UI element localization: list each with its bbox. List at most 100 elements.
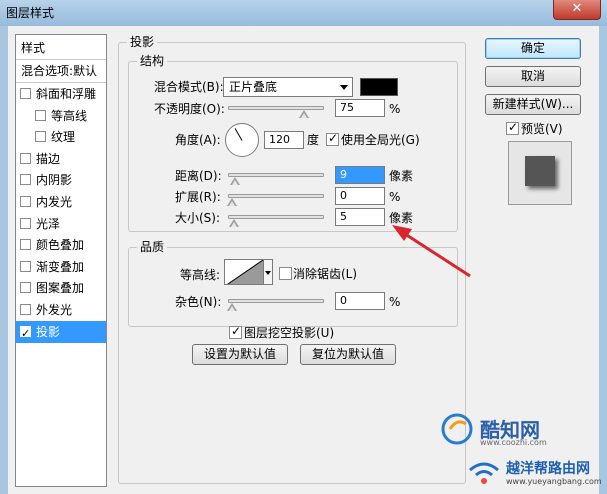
sidebar-effect-label: 等高线 — [51, 108, 88, 123]
sidebar-effect-label: 颜色叠加 — [36, 238, 85, 253]
anti-alias-label: 消除锯齿(L) — [293, 267, 358, 281]
structure-title: 结构 — [137, 54, 168, 68]
yueyangbang-site-name: 越洋帮路由网 — [506, 461, 590, 477]
distance-slider-thumb[interactable] — [229, 177, 240, 186]
sidebar-effect-checkbox[interactable] — [20, 323, 31, 343]
angle-label: 角度(A): — [175, 133, 221, 147]
sidebar-effect-label: 内阴影 — [36, 173, 73, 188]
window-frame-left — [0, 26, 8, 494]
window-title: 图层样式 — [6, 6, 55, 20]
sidebar-item-effect[interactable]: 图案叠加 — [16, 277, 106, 299]
sidebar-effect-checkbox[interactable] — [20, 152, 31, 164]
sidebar-effect-checkbox[interactable] — [35, 131, 46, 143]
sidebar-item-blend-options[interactable]: 混合选项:默认 — [16, 60, 106, 82]
distance-unit: 像素 — [389, 169, 414, 183]
sidebar-effect-label: 渐变叠加 — [36, 259, 85, 274]
opacity-slider-track[interactable] — [228, 106, 324, 110]
distance-input[interactable]: 9 — [335, 166, 385, 184]
watermark-coozhi: 酷知网 www.coozhi.com — [440, 410, 600, 450]
sidebar-header-styles[interactable]: 样式 — [16, 37, 106, 59]
sidebar-effect-label: 外发光 — [36, 303, 73, 317]
knockout-label: 图层挖空投影(U) — [244, 326, 335, 340]
sidebar-effect-checkbox[interactable] — [35, 109, 46, 121]
sidebar-item-effect[interactable]: 内发光 — [16, 191, 106, 213]
opacity-input[interactable]: 75 — [335, 99, 385, 117]
size-label: 大小(S): — [175, 211, 221, 225]
blend-mode-select[interactable]: 正片叠底 — [223, 77, 353, 97]
sidebar-effect-checkbox[interactable] — [20, 304, 31, 315]
spread-unit: % — [389, 190, 401, 204]
quality-group: 品质 — [128, 240, 458, 327]
ok-button[interactable]: 确定 — [485, 38, 581, 59]
spread-input[interactable]: 0 — [335, 187, 385, 205]
sidebar-item-effect[interactable]: 内阴影 — [16, 169, 106, 191]
sidebar-item-effect[interactable]: 光泽 — [16, 213, 106, 235]
opacity-slider-thumb[interactable] — [299, 110, 309, 119]
angle-dial-needle — [234, 128, 243, 141]
sidebar-item-effect[interactable]: 描边 — [16, 148, 106, 170]
noise-input[interactable]: 0 — [335, 292, 385, 310]
sidebar-effect-checkbox[interactable] — [20, 196, 31, 207]
angle-unit: 度 — [307, 133, 320, 147]
sidebar-item-effect[interactable]: 纹理 — [16, 126, 106, 148]
drop-shadow-title: 投影 — [127, 35, 158, 49]
blend-mode-value: 正片叠底 — [229, 80, 278, 94]
new-style-button[interactable]: 新建样式(W)... — [485, 94, 581, 115]
sidebar-item-effect[interactable]: 投影 — [16, 320, 106, 343]
size-input[interactable]: 5 — [335, 208, 385, 226]
shadow-color-swatch[interactable] — [360, 78, 398, 96]
reset-default-button[interactable]: 复位为默认值 — [300, 344, 396, 365]
sidebar-effect-checkbox[interactable] — [20, 239, 31, 251]
noise-slider-track[interactable] — [228, 299, 324, 303]
sidebar-effect-checkbox[interactable] — [20, 174, 31, 186]
sidebar-item-effect[interactable]: 等高线 — [16, 105, 106, 127]
noise-unit: % — [389, 295, 401, 309]
wifi-logo-icon — [469, 462, 499, 484]
spread-slider-thumb[interactable] — [227, 198, 237, 207]
sidebar-item-effect[interactable]: 颜色叠加 — [16, 234, 106, 256]
sidebar-effect-label: 图案叠加 — [36, 281, 85, 296]
size-slider-track[interactable] — [228, 215, 324, 219]
window-frame-right — [599, 26, 607, 494]
sidebar-item-effect[interactable]: 斜面和浮雕 — [16, 83, 106, 105]
styles-sidebar: 样式 混合选项:默认 斜面和浮雕等高线纹理描边内阴影内发光光泽颜色叠加渐变叠加图… — [15, 34, 107, 487]
angle-input[interactable]: 120 — [264, 131, 304, 149]
size-slider-thumb[interactable] — [228, 219, 239, 228]
noise-slider-thumb[interactable] — [227, 303, 237, 312]
spread-slider-track[interactable] — [228, 194, 324, 198]
contour-curve-icon — [227, 260, 263, 284]
noise-label: 杂色(N): — [175, 295, 222, 309]
sidebar-item-effect[interactable]: 渐变叠加 — [16, 256, 106, 278]
cancel-button[interactable]: 取消 — [485, 66, 581, 87]
sidebar-effect-checkbox[interactable] — [20, 88, 31, 99]
contour-label: 等高线: — [180, 268, 221, 282]
close-button[interactable]: ✕ — [553, 0, 601, 20]
angle-dial[interactable] — [225, 123, 259, 157]
sidebar-effect-label: 斜面和浮雕 — [36, 87, 97, 101]
sidebar-effect-label: 内发光 — [36, 195, 73, 209]
coozhi-site-url: www.coozhi.com — [480, 438, 547, 447]
anti-alias-checkbox[interactable] — [279, 267, 292, 280]
blend-mode-label: 混合模式(B): — [154, 80, 224, 94]
make-default-button[interactable]: 设置为默认值 — [192, 344, 288, 365]
coozhi-logo-icon — [441, 413, 473, 445]
global-light-checkbox[interactable] — [326, 131, 339, 146]
sidebar-effect-checkbox[interactable] — [20, 260, 31, 272]
chevron-down-icon — [340, 85, 348, 90]
contour-dropdown-button[interactable] — [264, 259, 273, 285]
sidebar-effect-label: 光泽 — [36, 216, 61, 231]
size-unit: 像素 — [389, 211, 414, 225]
distance-slider-track[interactable] — [228, 173, 324, 177]
title-bar[interactable]: 图层样式 ✕ — [0, 0, 607, 26]
opacity-unit: % — [389, 102, 401, 116]
preview-label: 预览(V) — [521, 122, 563, 136]
sidebar-effect-label: 纹理 — [51, 130, 76, 145]
sidebar-item-effect[interactable]: 外发光 — [16, 299, 106, 321]
preview-checkbox[interactable] — [506, 120, 519, 135]
spread-label: 扩展(R): — [175, 190, 221, 204]
contour-picker[interactable] — [224, 259, 264, 285]
sidebar-effect-checkbox[interactable] — [20, 217, 31, 229]
knockout-checkbox[interactable] — [229, 324, 242, 339]
sidebar-effect-checkbox[interactable] — [20, 282, 31, 294]
global-light-label: 使用全局光(G) — [341, 133, 420, 147]
